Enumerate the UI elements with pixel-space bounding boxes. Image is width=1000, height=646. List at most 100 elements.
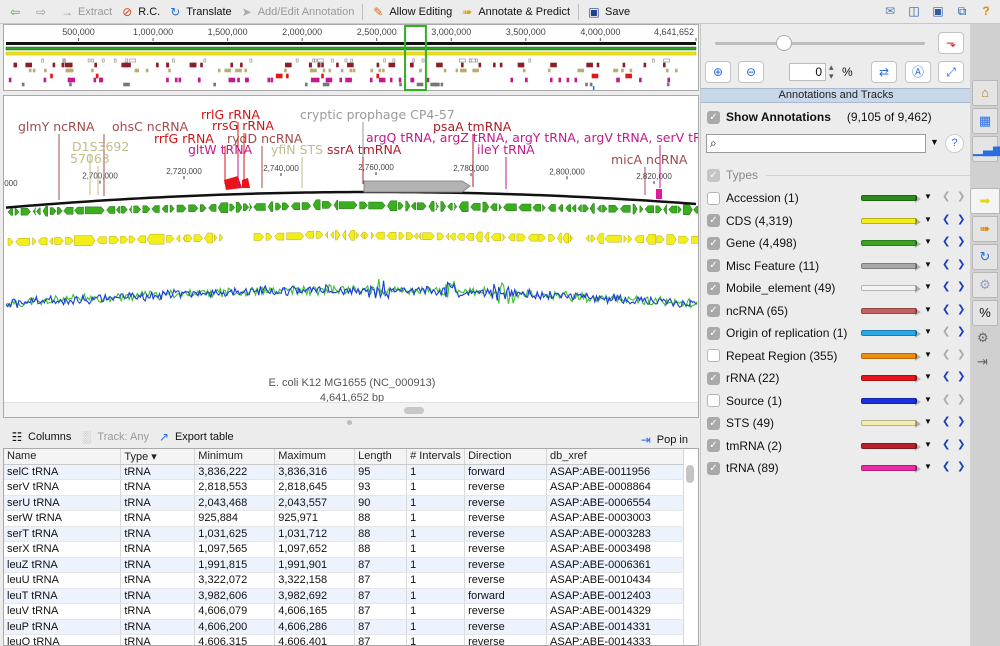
next-annotation-icon[interactable]: ❯ <box>957 259 965 270</box>
type-color-swatch[interactable] <box>861 195 921 203</box>
previous-annotation-icon[interactable]: ❮ <box>942 349 950 360</box>
annotation-label[interactable]: micA ncRNA <box>611 152 688 167</box>
add-edit-annotation-button[interactable]: ➤ Add/Edit Annotation <box>236 1 359 23</box>
type-checkbox[interactable]: ✓ <box>707 281 720 295</box>
previous-annotation-icon[interactable]: ❮ <box>942 461 950 472</box>
table-row[interactable]: leuP tRNA tRNA 4,606,200 4,606,286 87 1 revers… <box>4 619 684 635</box>
type-checkbox[interactable]: ✓ <box>707 326 720 340</box>
type-row[interactable]: Repeat Region (355) ▼ ❮ ❯ <box>707 347 971 365</box>
table-row[interactable]: leuZ tRNA tRNA 1,991,815 1,991,901 87 1 revers… <box>4 557 684 573</box>
type-row[interactable]: ✓ CDS (4,319) ▼ ❮ ❯ <box>707 212 971 230</box>
previous-annotation-icon[interactable]: ❮ <box>942 304 950 315</box>
tab-statistics[interactable]: ▁▃▅ <box>972 136 1000 162</box>
mail-icon[interactable]: ✉ <box>882 3 898 19</box>
column-header[interactable]: db_xref <box>546 449 684 465</box>
zoom-percent-field[interactable]: 0 <box>789 63 826 81</box>
settings-menu-icon[interactable]: ⚙ <box>977 330 989 346</box>
type-color-swatch[interactable] <box>861 465 921 473</box>
type-options-dropdown[interactable]: ▼ <box>924 282 932 291</box>
column-header[interactable]: Name <box>4 449 122 465</box>
columns-button[interactable]: ☷ Columns <box>6 426 75 448</box>
split-view-icon[interactable]: ◫ <box>906 3 922 19</box>
column-header[interactable]: Direction <box>464 449 548 465</box>
type-row[interactable]: ✓ Mobile_element (49) ▼ ❮ ❯ <box>707 279 971 297</box>
tab-annotations[interactable]: ➡ <box>970 188 1000 214</box>
type-color-swatch[interactable] <box>861 442 921 451</box>
type-options-dropdown[interactable]: ▼ <box>924 462 932 471</box>
zoom-out-button[interactable]: ⊖ <box>738 61 764 83</box>
table-row[interactable]: selC tRNA tRNA 3,836,222 3,836,316 95 1 forwar… <box>4 464 684 480</box>
table-row[interactable]: serU tRNA tRNA 2,043,468 2,043,557 90 1 revers… <box>4 495 684 511</box>
previous-annotation-icon[interactable]: ❮ <box>942 371 950 382</box>
zoom-slider-thumb[interactable] <box>776 35 793 51</box>
next-annotation-icon[interactable]: ❯ <box>957 326 965 337</box>
zoom-to-selection-button[interactable]: ⇄ <box>871 61 897 83</box>
type-row[interactable]: ✓ tRNA (89) ▼ ❮ ❯ <box>707 459 971 477</box>
annotation-label[interactable]: gltW tRNA <box>188 142 253 157</box>
previous-annotation-icon[interactable]: ❮ <box>942 439 950 450</box>
table-row[interactable]: serV tRNA tRNA 2,818,553 2,818,645 93 1 revers… <box>4 479 684 496</box>
next-annotation-icon[interactable]: ❯ <box>957 439 965 450</box>
type-options-dropdown[interactable]: ▼ <box>924 192 932 201</box>
zoom-slider[interactable] <box>715 42 925 45</box>
scroll-thumb[interactable] <box>404 407 424 414</box>
export-table-button[interactable]: ↗ Export table <box>153 426 238 448</box>
annotate-predict-button[interactable]: ➠ Annotate & Predict <box>456 1 574 23</box>
type-options-dropdown[interactable]: ▼ <box>924 350 932 359</box>
zoom-to-base-button[interactable]: Ⓐ <box>905 61 931 83</box>
column-header[interactable]: Length <box>354 449 408 465</box>
type-row[interactable]: ✓ Misc Feature (11) ▼ ❮ ❯ <box>707 257 971 275</box>
annotations-tracks-header[interactable]: Annotations and Tracks <box>701 88 971 103</box>
next-annotation-icon[interactable]: ❯ <box>957 416 965 427</box>
table-row[interactable]: serX tRNA tRNA 1,097,565 1,097,652 88 1 revers… <box>4 541 684 558</box>
table-row[interactable]: leuU tRNA tRNA 3,322,072 3,322,158 87 1 revers… <box>4 572 684 589</box>
type-checkbox[interactable]: ✓ <box>707 304 720 317</box>
type-color-swatch[interactable] <box>861 262 921 271</box>
type-options-dropdown[interactable]: ▼ <box>924 237 932 246</box>
column-header[interactable]: Minimum <box>194 449 276 465</box>
vertical-scrollbar[interactable] <box>686 465 694 483</box>
type-options-dropdown[interactable]: ▼ <box>924 440 932 449</box>
tab-predictions[interactable]: ➠ <box>972 216 998 242</box>
type-row[interactable]: ✓ Origin of replication (1) ▼ ❮ ❯ <box>707 324 971 342</box>
zoom-stepper[interactable]: ▴ ▾ <box>829 63 834 81</box>
annotation-label[interactable]: ileY tRNA <box>477 142 535 157</box>
save-button[interactable]: ▣ Save <box>583 1 634 23</box>
type-checkbox[interactable]: ✓ <box>707 214 720 227</box>
fit-view-button[interactable]: ⤢ <box>938 61 964 83</box>
table-row[interactable]: leuT tRNA tRNA 3,982,606 3,982,692 87 1 forwar… <box>4 588 684 604</box>
type-checkbox[interactable]: ✓ <box>707 259 720 272</box>
type-options-dropdown[interactable]: ▼ <box>924 372 932 381</box>
forward-button[interactable]: ⇨ <box>30 1 56 23</box>
sequence-canvas[interactable]: ,000 2,700,000 2,720,000 2,740,000 2,760,000… <box>4 96 699 402</box>
overview-canvas[interactable]: 500,000 1,000,000 1,500,000 2,000,000 2,500,… <box>4 25 700 92</box>
type-checkbox[interactable]: ✓ <box>707 439 720 452</box>
column-header[interactable]: Type ▾ <box>120 449 196 465</box>
type-checkbox[interactable]: ✓ <box>707 236 720 250</box>
new-window-icon[interactable]: ⧉ <box>954 3 970 19</box>
previous-annotation-icon[interactable]: ❮ <box>942 281 950 292</box>
type-row[interactable]: ✓ Gene (4,498) ▼ ❮ ❯ <box>707 234 971 252</box>
types-checkbox[interactable]: ✓ <box>707 168 720 182</box>
type-color-swatch[interactable] <box>861 420 921 428</box>
type-color-swatch[interactable] <box>861 375 921 383</box>
tab-settings[interactable]: ⚙ <box>972 272 998 298</box>
type-color-swatch[interactable] <box>861 397 921 406</box>
previous-annotation-icon[interactable]: ❮ <box>942 394 950 405</box>
type-row[interactable]: ✓ tmRNA (2) ▼ ❮ ❯ <box>707 437 971 455</box>
track-filter-button[interactable]: ░ Track: Any <box>75 426 153 448</box>
type-row[interactable]: ✓ STS (49) ▼ ❮ ❯ <box>707 414 971 432</box>
next-annotation-icon[interactable]: ❯ <box>957 214 965 225</box>
show-annotations-toggle[interactable]: ✓ Show Annotations (9,105 of 9,462) <box>707 108 967 126</box>
annotation-label[interactable]: glmY ncRNA <box>18 119 95 134</box>
float-window-icon[interactable]: ▣ <box>930 3 946 19</box>
translate-button[interactable]: ↻ Translate <box>164 1 235 23</box>
next-annotation-icon[interactable]: ❯ <box>957 281 965 292</box>
type-options-dropdown[interactable]: ▼ <box>924 260 932 269</box>
previous-annotation-icon[interactable]: ❮ <box>942 191 950 202</box>
type-options-dropdown[interactable]: ▼ <box>924 417 932 426</box>
type-color-swatch[interactable] <box>861 330 921 338</box>
type-options-dropdown[interactable]: ▼ <box>924 327 932 336</box>
extract-button[interactable]: → Extract <box>56 1 116 23</box>
type-options-dropdown[interactable]: ▼ <box>924 395 932 404</box>
